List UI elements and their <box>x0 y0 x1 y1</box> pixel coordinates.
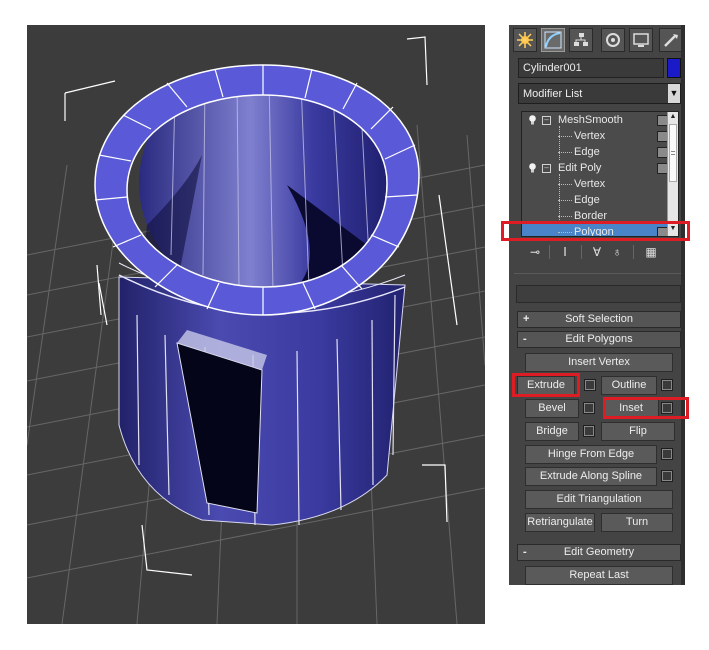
chevron-down-icon: ▼ <box>668 84 680 103</box>
highlight-inset <box>603 397 689 419</box>
modifier-list-dropdown[interactable]: Modifier List ▼ <box>518 83 681 104</box>
soft-selection-rollout[interactable]: + Soft Selection <box>517 311 681 328</box>
viewport-scene <box>27 36 485 624</box>
object-color-swatch[interactable] <box>667 58 681 78</box>
highlight-polygon <box>501 221 690 241</box>
stack-item-label: Vertex <box>574 130 606 142</box>
selection-rollout-bar[interactable] <box>516 285 681 303</box>
lightbulb-icon[interactable] <box>528 163 537 173</box>
stack-scrollbar[interactable]: ▲ ▼ <box>667 112 678 236</box>
outline-button[interactable]: Outline <box>601 376 657 395</box>
create-icon[interactable] <box>513 28 537 52</box>
hinge-from-edge-button[interactable]: Hinge From Edge <box>525 445 657 464</box>
collapse-icon[interactable]: – <box>542 164 551 173</box>
configure-sets-icon[interactable]: ▦ <box>641 242 661 262</box>
stack-subitem-vertex[interactable]: Vertex <box>522 176 668 192</box>
stack-item-label: Vertex <box>574 178 606 190</box>
turn-button[interactable]: Turn <box>601 513 673 532</box>
perspective-viewport[interactable] <box>27 25 485 624</box>
modifier-list-label: Modifier List <box>523 88 583 100</box>
repeat-last-button[interactable]: Repeat Last <box>525 566 673 585</box>
make-unique-icon[interactable]: ∀ <box>587 242 607 262</box>
stack-item-label: MeshSmooth <box>558 114 623 126</box>
stack-item-meshsmooth[interactable]: – MeshSmooth <box>522 112 668 128</box>
remove-modifier-icon[interactable]: ♁ <box>607 242 627 262</box>
display-icon[interactable] <box>629 28 653 52</box>
bridge-button[interactable]: Bridge <box>525 422 579 441</box>
extrude-settings-icon[interactable] <box>584 379 596 391</box>
stack-subitem-vertex[interactable]: Vertex <box>522 128 668 144</box>
modifier-stack[interactable]: – MeshSmooth Vertex Edge – Edit Poly Ver… <box>521 111 679 237</box>
scroll-up-icon[interactable]: ▲ <box>668 112 678 122</box>
command-panel: Cylinder001 Modifier List ▼ – MeshSmooth… <box>509 25 681 585</box>
pin-stack-icon[interactable]: ⊸ <box>525 242 545 262</box>
edit-polygons-rollout[interactable]: - Edit Polygons <box>517 331 681 348</box>
collapse-icon: - <box>523 546 527 558</box>
stack-subitem-edge[interactable]: Edge <box>522 144 668 160</box>
rollout-title: Edit Geometry <box>563 546 635 558</box>
lightbulb-icon[interactable] <box>528 115 537 125</box>
bridge-settings-icon[interactable] <box>583 425 595 437</box>
scroll-thumb[interactable] <box>669 124 677 182</box>
stack-item-label: Edit Poly <box>558 162 602 174</box>
flip-button[interactable]: Flip <box>601 422 675 441</box>
stack-item-label: Edge <box>574 146 600 158</box>
stack-subitem-edge[interactable]: Edge <box>522 192 668 208</box>
panel-edge <box>681 25 685 585</box>
motion-icon[interactable] <box>601 28 625 52</box>
expand-icon: + <box>523 313 530 325</box>
command-panel-tabs <box>509 25 681 55</box>
extrude-along-spline-settings-icon[interactable] <box>661 470 673 482</box>
object-name-field[interactable]: Cylinder001 <box>518 58 664 78</box>
modify-icon[interactable] <box>541 28 565 52</box>
rollout-title: Edit Polygons <box>565 333 633 345</box>
outline-settings-icon[interactable] <box>661 379 673 391</box>
stack-item-label: Edge <box>574 194 600 206</box>
retriangulate-button[interactable]: Retriangulate <box>525 513 595 532</box>
edit-geometry-rollout[interactable]: - Edit Geometry <box>517 544 681 561</box>
edit-triangulation-button[interactable]: Edit Triangulation <box>525 490 673 509</box>
collapse-icon[interactable]: – <box>542 116 551 125</box>
extrude-along-spline-button[interactable]: Extrude Along Spline <box>525 467 657 486</box>
stack-tools: ⊸ Ⅰ ∀ ♁ ▦ <box>519 241 681 263</box>
hinge-settings-icon[interactable] <box>661 448 673 460</box>
collapse-icon: - <box>523 333 527 345</box>
bevel-settings-icon[interactable] <box>583 402 595 414</box>
stack-item-edit-poly[interactable]: – Edit Poly <box>522 160 668 176</box>
rollout-title: Soft Selection <box>565 313 633 325</box>
hierarchy-icon[interactable] <box>569 28 593 52</box>
utilities-icon[interactable] <box>659 28 681 52</box>
highlight-extrude <box>512 373 580 397</box>
bevel-button[interactable]: Bevel <box>525 399 579 418</box>
show-end-result-icon[interactable]: Ⅰ <box>555 242 575 262</box>
insert-vertex-button[interactable]: Insert Vertex <box>525 353 673 372</box>
